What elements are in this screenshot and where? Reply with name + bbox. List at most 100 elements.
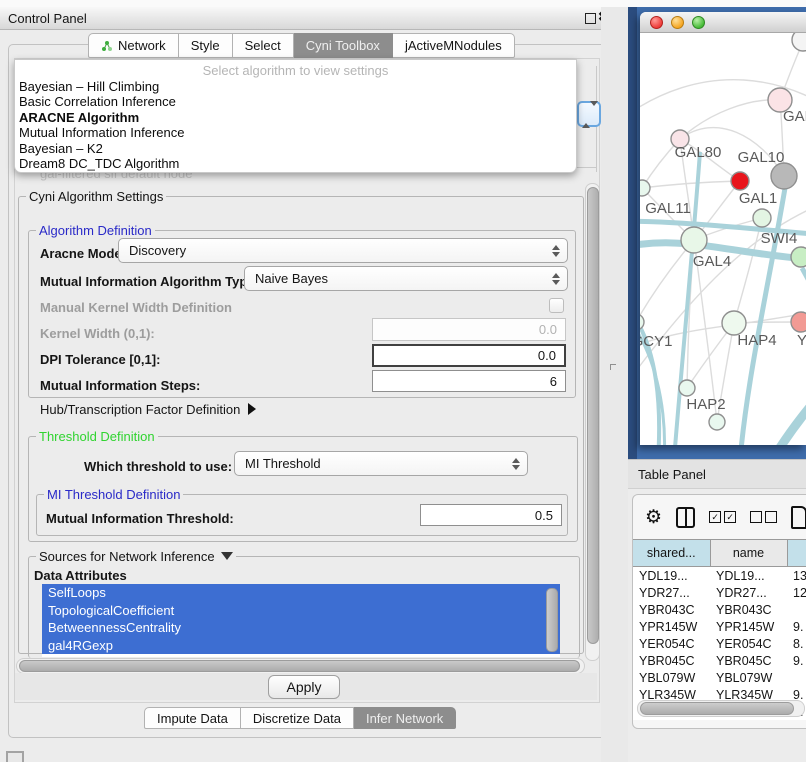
kernel-width-field[interactable]: 0.0 [372, 318, 566, 341]
node-label: GAL80 [675, 144, 722, 161]
tab-style[interactable]: Style [179, 33, 233, 58]
node-label: GAL [783, 108, 806, 125]
node-gal11[interactable] [634, 180, 650, 196]
collapse-down-icon [221, 552, 233, 560]
sources-title: Sources for Network Inference [36, 549, 236, 564]
dropdown-item[interactable]: ARACNE Algorithm [15, 110, 576, 125]
table-panel-title: Table Panel [638, 467, 706, 482]
tab-select[interactable]: Select [233, 33, 294, 58]
dropdown-item[interactable]: Basic Correlation Inference [15, 94, 576, 109]
table-row[interactable]: YDL19...YDL19...13 [633, 567, 806, 585]
control-panel-titlebar: Control Panel ✖ [0, 7, 625, 30]
network-canvas[interactable]: GALGAL80GAL10GAL11GAL1SWI4GAL4GCY1HAP4YH… [628, 7, 806, 459]
aracne-mode-combobox[interactable]: Discovery [118, 238, 568, 263]
node-bottom[interactable] [709, 414, 725, 430]
deselect-all-checkboxes-icon[interactable] [750, 511, 777, 523]
tab-label: Style [191, 38, 220, 53]
dropdown-item[interactable]: Bayesian – K2 [15, 141, 576, 156]
mi-type-combobox[interactable]: Naive Bayes [244, 266, 568, 291]
node-gal10-gray[interactable] [771, 163, 797, 189]
node-label: SWI4 [761, 230, 798, 247]
mi-threshold-title: MI Threshold Definition [44, 487, 183, 502]
hidden-groupbox-border2 [575, 167, 597, 168]
panel-divider[interactable] [601, 7, 628, 762]
table-row[interactable]: YDR27...YDR27...12 [633, 584, 806, 601]
table-cell: 13 [787, 567, 806, 585]
float-panel-icon[interactable] [585, 13, 596, 24]
bottom-tab-impute-data[interactable]: Impute Data [144, 707, 241, 729]
node-swi4[interactable] [791, 247, 806, 267]
hidden-network-combo-fragment[interactable] [577, 101, 601, 127]
node-label: Y [797, 332, 806, 349]
table-toolbar: ⚙ ✓✓ [633, 495, 806, 539]
table-cell [787, 601, 806, 618]
gear-icon[interactable]: ⚙ [645, 508, 662, 527]
divider-handle-icon[interactable] [610, 364, 616, 370]
columns-icon[interactable] [676, 507, 695, 528]
settings-vscrollbar-thumb[interactable] [587, 187, 599, 644]
apply-button[interactable]: Apply [268, 675, 340, 699]
apply-button-label: Apply [286, 679, 321, 695]
table-row[interactable]: YBR043CYBR043C [633, 601, 806, 618]
which-threshold-combobox[interactable]: MI Threshold [234, 451, 528, 476]
attribute-item[interactable]: BetweennessCentrality [42, 619, 560, 637]
table-panel-titlebar: Table Panel [628, 459, 806, 489]
table-cell: YDL19... [710, 567, 787, 585]
dropdown-item[interactable]: Mutual Information Inference [15, 125, 576, 140]
minimize-window-icon[interactable] [671, 16, 684, 29]
node-red[interactable] [731, 172, 749, 190]
attributes-scrollbar-thumb[interactable] [546, 588, 558, 652]
network-window-titlebar[interactable] [640, 12, 806, 33]
table-cell: YDR27... [710, 584, 787, 601]
tab-network[interactable]: Network [88, 33, 179, 58]
table-row[interactable]: YBR045CYBR045C9. [633, 652, 806, 669]
mi-threshold-value: 0.5 [535, 508, 553, 523]
dropdown-item[interactable]: Bayesian – Hill Climbing [15, 79, 576, 94]
dropdown-prompt: Select algorithm to view settings [15, 60, 576, 79]
dropdown-item[interactable]: Dream8 DC_TDC Algorithm [15, 156, 576, 171]
column-header[interactable] [787, 540, 806, 567]
attribute-item[interactable]: SelfLoops [42, 584, 560, 602]
table-cell: YBL079W [710, 669, 787, 686]
node-hap2[interactable] [679, 380, 695, 396]
tab-cyni-toolbox[interactable]: Cyni Toolbox [294, 33, 393, 58]
tab-label: Discretize Data [253, 711, 341, 726]
mi-threshold-field[interactable]: 0.5 [420, 504, 562, 526]
stepper-icon [552, 245, 560, 257]
data-attributes-list[interactable]: SelfLoopsTopologicalCoefficientBetweenne… [42, 584, 560, 657]
hub-definition-toggle[interactable]: Hub/Transcription Factor Definition [40, 402, 256, 417]
data-attributes-label: Data Attributes [34, 568, 127, 583]
table-hscrollbar-thumb[interactable] [640, 702, 794, 715]
node-gal4[interactable] [681, 227, 707, 253]
minimized-panel-icon[interactable] [6, 751, 24, 762]
hub-definition-label: Hub/Transcription Factor Definition [40, 402, 240, 417]
node-gcy1[interactable] [628, 314, 644, 330]
threshold-definition-title: Threshold Definition [36, 429, 158, 444]
bottom-tab-discretize-data[interactable]: Discretize Data [241, 707, 354, 729]
table-row[interactable]: YPR145WYPR145W9. [633, 618, 806, 635]
manual-kernel-checkbox[interactable] [549, 298, 564, 313]
tab-label: jActiveMNodules [405, 38, 502, 53]
close-window-icon[interactable] [650, 16, 663, 29]
column-header[interactable]: shared... [633, 540, 710, 567]
node-label: GAL4 [693, 253, 731, 270]
node-gal1[interactable] [753, 209, 771, 227]
select-all-checkboxes-icon[interactable]: ✓✓ [709, 511, 736, 523]
zoom-window-icon[interactable] [692, 16, 705, 29]
column-header[interactable]: name [710, 540, 787, 567]
attribute-item[interactable]: gal4RGexp [42, 637, 560, 655]
dpi-tolerance-field[interactable]: 0.0 [372, 344, 566, 367]
export-table-icon[interactable] [791, 506, 806, 529]
tab-jactivemnodules[interactable]: jActiveMNodules [393, 33, 515, 58]
settings-hscrollbar-thumb[interactable] [19, 660, 580, 672]
node-salmon[interactable] [791, 312, 806, 332]
attribute-item[interactable]: TopologicalCoefficient [42, 602, 560, 620]
kernel-width-value: 0.0 [539, 322, 557, 337]
bottom-tab-infer-network[interactable]: Infer Network [354, 707, 456, 729]
algorithm-dropdown-popup: Select algorithm to view settings Bayesi… [14, 59, 577, 173]
mi-steps-field[interactable]: 6 [372, 370, 566, 392]
table-row[interactable]: YER054CYER054C8. [633, 635, 806, 652]
mi-steps-label: Mutual Information Steps: [40, 378, 200, 393]
table-row[interactable]: YBL079WYBL079W [633, 669, 806, 686]
table-cell: YDR27... [633, 584, 710, 601]
